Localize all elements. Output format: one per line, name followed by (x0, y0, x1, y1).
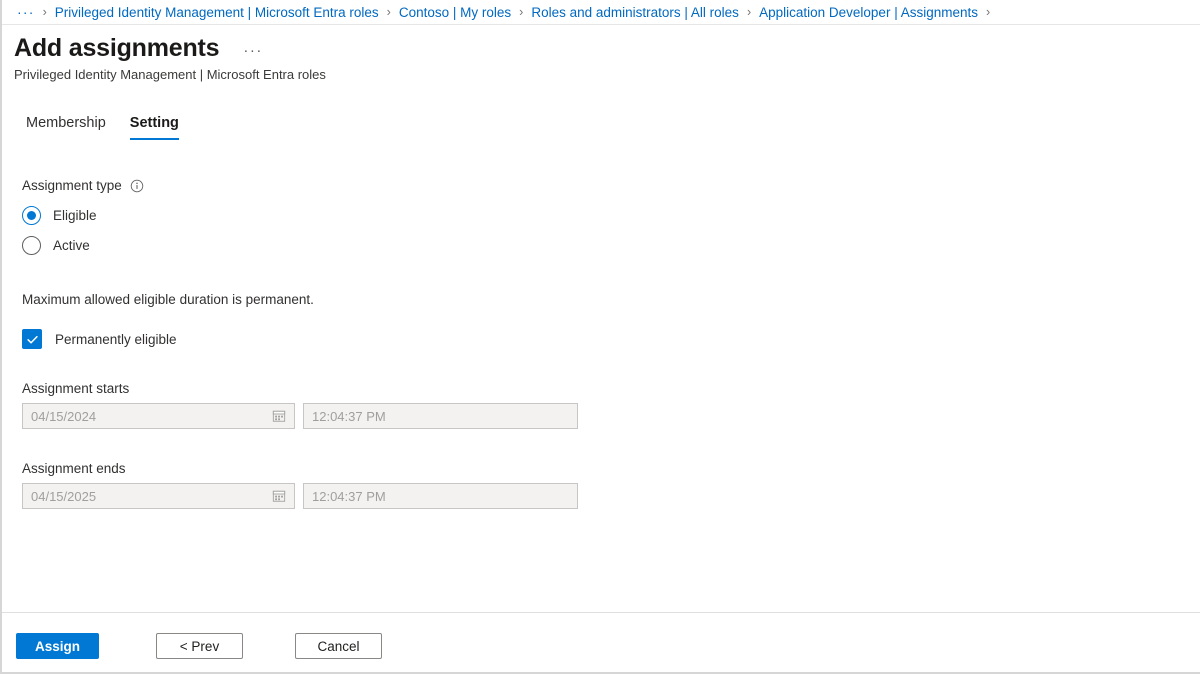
breadcrumb-item-all-roles[interactable]: Roles and administrators | All roles (531, 5, 739, 20)
radio-eligible-label: Eligible (53, 207, 97, 223)
assignment-ends-date-input[interactable]: 04/15/2025 (22, 483, 295, 509)
assign-button[interactable]: Assign (16, 633, 99, 659)
assignment-starts-date-input[interactable]: 04/15/2024 (22, 403, 295, 429)
permanently-eligible-checkbox[interactable] (22, 329, 42, 349)
radio-eligible-indicator[interactable] (22, 205, 41, 225)
breadcrumb-item-my-roles[interactable]: Contoso | My roles (399, 5, 511, 20)
assignment-starts-block: Assignment starts 04/15/2024 12:04:37 PM (22, 381, 1180, 429)
page-header: Add assignments ··· (14, 33, 267, 63)
assignment-starts-label: Assignment starts (22, 381, 130, 396)
assignment-starts-time-value: 12:04:37 PM (312, 408, 386, 424)
assignment-starts-time-input[interactable]: 12:04:37 PM (303, 403, 578, 429)
assignment-ends-date-value: 04/15/2025 (31, 488, 97, 504)
page-subtitle: Privileged Identity Management | Microso… (14, 67, 326, 82)
permanently-eligible-checkbox-row[interactable]: Permanently eligible (22, 329, 1180, 349)
tab-setting[interactable]: Setting (118, 111, 191, 140)
radio-option-eligible[interactable]: Eligible (22, 200, 1180, 230)
prev-button[interactable]: < Prev (156, 633, 243, 659)
cancel-button[interactable]: Cancel (295, 633, 382, 659)
assignment-type-label-row: Assignment type (22, 178, 1180, 193)
calendar-icon[interactable] (272, 489, 286, 503)
tab-bar: Membership Setting (14, 111, 191, 140)
permanently-eligible-label: Permanently eligible (55, 331, 177, 347)
breadcrumb: ··· › Privileged Identity Management | M… (2, 0, 1200, 25)
assignment-ends-time-value: 12:04:37 PM (312, 488, 386, 504)
add-assignments-blade: ··· › Privileged Identity Management | M… (0, 0, 1200, 674)
assignment-starts-date-value: 04/15/2024 (31, 408, 97, 424)
settings-form: Assignment type Eligible Active Maximum … (22, 178, 1180, 509)
breadcrumb-separator-icon: › (985, 5, 991, 19)
tab-membership[interactable]: Membership (14, 111, 118, 140)
assignment-ends-label: Assignment ends (22, 461, 126, 476)
breadcrumb-item-pim[interactable]: Privileged Identity Management | Microso… (55, 5, 379, 20)
footer-actions: Assign < Prev Cancel (16, 633, 382, 659)
radio-option-active[interactable]: Active (22, 230, 1180, 260)
assignment-ends-time-input[interactable]: 12:04:37 PM (303, 483, 578, 509)
more-actions-button[interactable]: ··· (239, 40, 267, 61)
radio-active-label: Active (53, 237, 90, 253)
assignment-ends-block: Assignment ends 04/15/2025 12:04:37 PM (22, 461, 1180, 509)
breadcrumb-overflow-button[interactable]: ··· (17, 4, 35, 20)
assignment-type-label: Assignment type (22, 178, 122, 193)
calendar-icon[interactable] (272, 409, 286, 423)
breadcrumb-separator-icon: › (42, 5, 47, 19)
assignment-ends-row: 04/15/2025 12:04:37 PM (22, 483, 1180, 509)
radio-active-indicator[interactable] (22, 235, 41, 255)
breadcrumb-separator-icon: › (386, 5, 391, 19)
page-title: Add assignments (14, 34, 220, 62)
assignment-type-radio-group: Eligible Active (22, 200, 1180, 260)
info-icon[interactable] (130, 179, 144, 193)
footer-divider (2, 612, 1200, 613)
assignment-starts-row: 04/15/2024 12:04:37 PM (22, 403, 1180, 429)
breadcrumb-separator-icon: › (746, 5, 752, 19)
breadcrumb-item-assignments[interactable]: Application Developer | Assignments (759, 5, 978, 20)
breadcrumb-separator-icon: › (519, 5, 524, 19)
duration-note: Maximum allowed eligible duration is per… (22, 292, 314, 307)
